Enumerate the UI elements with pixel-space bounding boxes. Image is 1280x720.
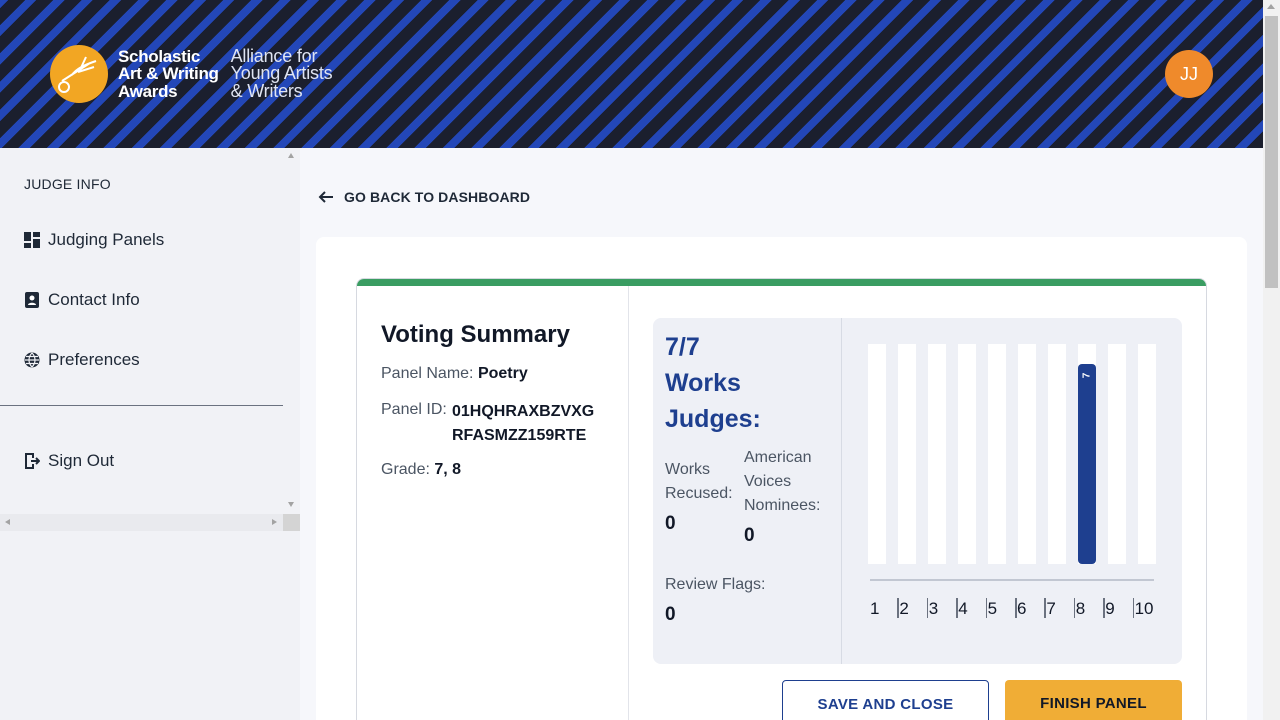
panel-id-value: 01HQHRAXBZVXG RFASMZZ159RTE <box>452 403 595 444</box>
sidebar-heading: JUDGE INFO <box>24 176 111 192</box>
bar-slot-5 <box>988 344 1006 564</box>
works-label: Works <box>665 369 741 397</box>
user-avatar[interactable]: JJ <box>1165 50 1213 98</box>
x-tick-label-7: 7 <box>1046 599 1056 618</box>
panel-progress-bar <box>357 279 1206 286</box>
bar-slot-1 <box>868 344 886 564</box>
bar-8: 7 <box>1078 364 1096 564</box>
bar-slot-6 <box>1018 344 1036 564</box>
sidebar-item-label: Judging Panels <box>48 230 165 249</box>
x-tick-label-6: 6 <box>1017 599 1027 618</box>
x-tick-label-4: 4 <box>958 599 968 618</box>
bar-slot-4 <box>958 344 976 564</box>
works-judged-stat: 7/7 Works Judges: <box>665 329 761 437</box>
grade-label: Grade: <box>381 461 430 478</box>
scrollbar-corner <box>283 514 300 531</box>
scroll-down-arrow-icon[interactable] <box>288 502 294 507</box>
x-tick-label-8: 8 <box>1075 599 1086 618</box>
scroll-left-arrow-icon[interactable] <box>5 519 10 525</box>
score-distribution-chart: 7 <box>868 344 1158 564</box>
dashboard-icon <box>24 232 40 248</box>
x-tick-label-1: 1 <box>870 599 880 618</box>
sidebar-item-judging-panels[interactable]: Judging Panels <box>24 230 164 250</box>
sidebar-divider <box>0 405 283 406</box>
x-tick-label-2: 2 <box>899 599 909 618</box>
chart-axis-line <box>870 579 1154 581</box>
works-count: 7/7 <box>665 333 700 361</box>
panel-name-label: Panel Name: <box>381 365 474 382</box>
sidebar: JUDGE INFO Judging Panels Contact Info P… <box>0 148 300 720</box>
panel-divider <box>628 286 629 720</box>
x-tick-label-3: 3 <box>928 599 939 618</box>
bar-data-label-8: 7 <box>1081 372 1093 379</box>
back-to-dashboard-link[interactable]: GO BACK TO DASHBOARD <box>318 189 530 205</box>
scholastic-logo[interactable]: Scholastic Art & Writing Awards Alliance… <box>50 45 333 103</box>
globe-icon <box>24 352 40 368</box>
sidebar-item-label: Preferences <box>48 350 140 369</box>
site-header: Scholastic Art & Writing Awards Alliance… <box>0 0 1263 148</box>
sidebar-horizontal-scrollbar[interactable] <box>0 514 283 531</box>
sign-out-label: Sign Out <box>48 451 115 470</box>
back-link-label: GO BACK TO DASHBOARD <box>344 189 531 205</box>
grade-value: 7, 8 <box>434 461 462 478</box>
bar-slot-8: 7 <box>1078 344 1096 564</box>
page-scrollbar[interactable] <box>1263 0 1280 720</box>
x-tick-label-10: 10 <box>1134 599 1154 618</box>
works-recused-label: Works Recused: <box>665 461 733 502</box>
review-flags-value: 0 <box>665 604 676 625</box>
page-scroll-thumb[interactable] <box>1265 16 1278 288</box>
bar-slot-10 <box>1138 344 1156 564</box>
logo-title: Scholastic Art & Writing Awards <box>118 46 219 101</box>
finish-panel-button[interactable]: FINISH PANEL <box>1005 680 1182 720</box>
bar-slot-2 <box>898 344 916 564</box>
x-tick-label-5: 5 <box>987 599 998 618</box>
sidebar-item-contact-info[interactable]: Contact Info <box>24 290 140 310</box>
works-recused-value: 0 <box>665 513 676 534</box>
bar-slot-3 <box>928 344 946 564</box>
bar-slot-7 <box>1048 344 1066 564</box>
stats-divider <box>841 318 842 664</box>
exit-icon <box>24 453 41 469</box>
x-tick-label-9: 9 <box>1105 599 1115 618</box>
judges-label: Judges: <box>665 405 761 433</box>
logo-subtitle: Alliance for Young Artists & Writers <box>230 45 333 101</box>
sidebar-nav: JUDGE INFO Judging Panels Contact Info P… <box>0 148 283 514</box>
review-flags-label: Review Flags: <box>665 576 766 593</box>
logo-emblem-icon <box>50 45 108 103</box>
grade-row: Grade: 7, 8 <box>381 461 461 479</box>
panel-name-row: Panel Name: Poetry <box>381 365 528 383</box>
voting-summary-title: Voting Summary <box>381 321 570 348</box>
bar-slot-9 <box>1108 344 1126 564</box>
sidebar-vertical-scrollbar[interactable] <box>283 148 300 514</box>
scroll-right-arrow-icon[interactable] <box>272 519 277 525</box>
american-voices-nominees-label: American Voices Nominees: <box>744 449 821 514</box>
sidebar-item-preferences[interactable]: Preferences <box>24 350 140 370</box>
scroll-up-arrow-icon[interactable] <box>1267 4 1275 9</box>
panel-name-value: Poetry <box>477 365 528 382</box>
sign-out-button[interactable]: Sign Out <box>24 451 114 471</box>
american-voices-nominees-value: 0 <box>744 525 755 546</box>
scroll-up-arrow-icon[interactable] <box>288 153 294 158</box>
save-and-close-button[interactable]: SAVE AND CLOSE <box>782 680 989 720</box>
arrow-left-icon <box>318 189 334 205</box>
contact-card-icon <box>24 292 40 308</box>
panel-id-label: Panel ID: <box>381 401 447 418</box>
sidebar-item-label: Contact Info <box>48 290 140 309</box>
